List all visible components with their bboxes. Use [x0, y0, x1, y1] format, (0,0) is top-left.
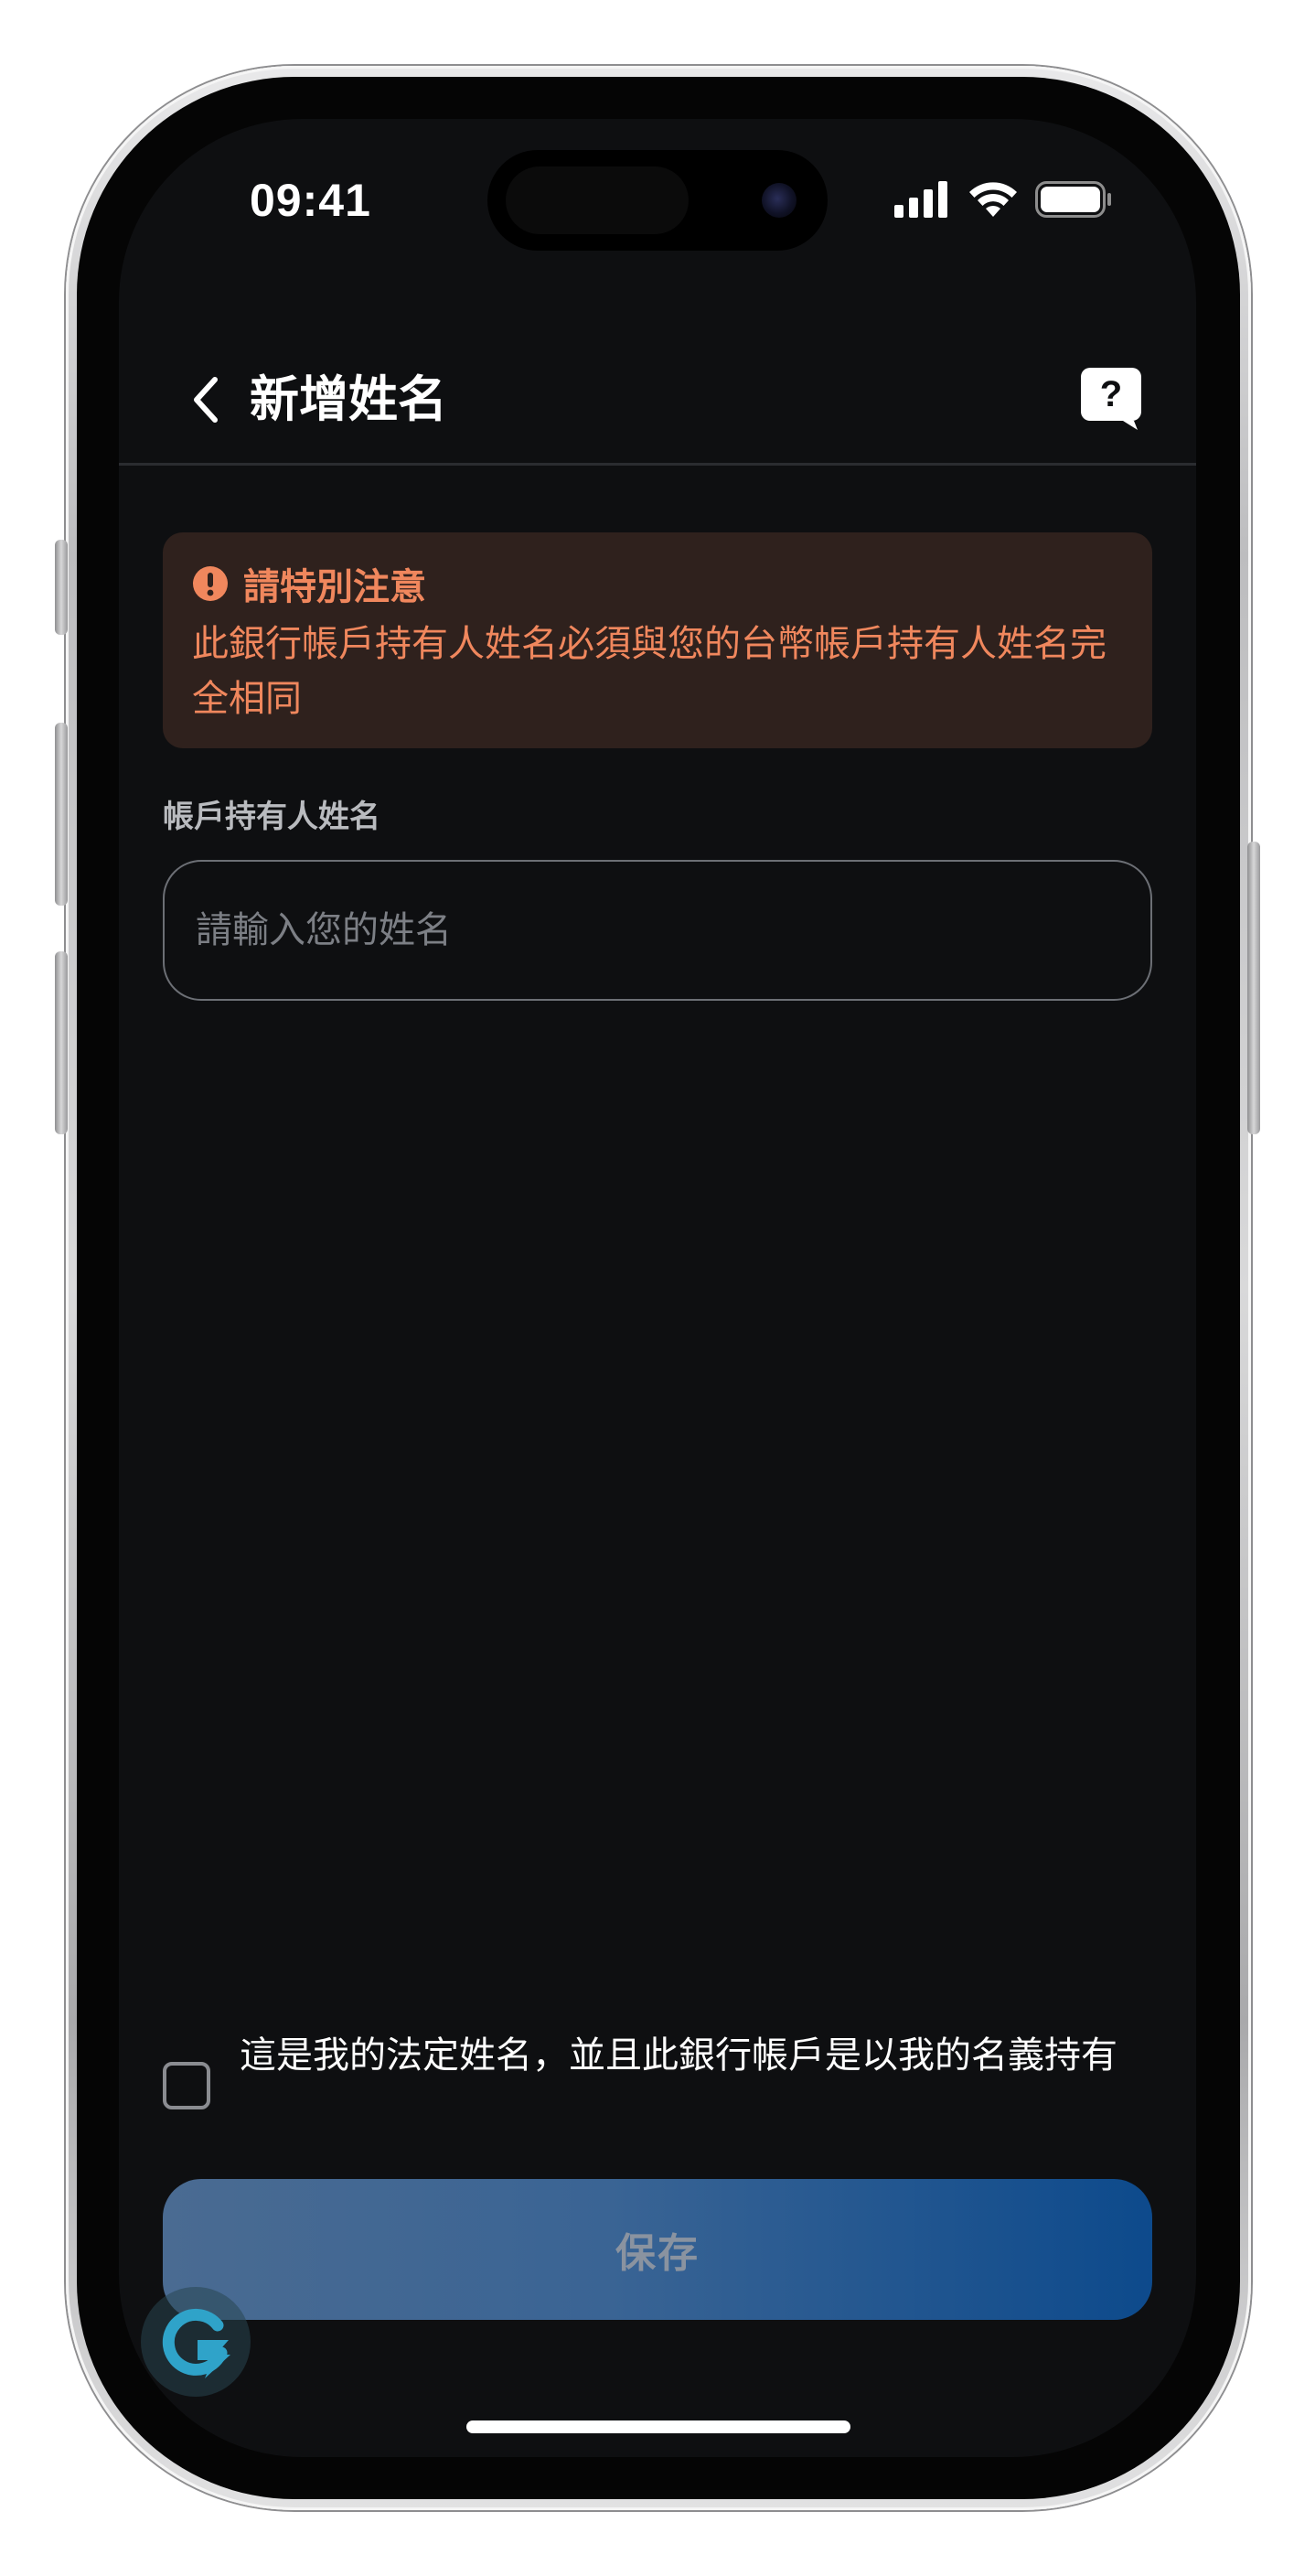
volume-down-button [55, 951, 68, 1134]
warning-banner: 請特別注意 此銀行帳戶持有人姓名必須與您的台幣帳戶持有人姓名完全相同 [163, 532, 1152, 748]
island-sensor [506, 166, 689, 234]
svg-text:?: ? [1100, 374, 1122, 414]
header-divider [119, 463, 1196, 466]
nav-header: 新增姓名 ? [119, 348, 1196, 471]
legal-name-confirm-row[interactable]: 這是我的法定姓名，並且此銀行帳戶是以我的名義持有 [163, 2029, 1152, 2148]
legal-name-checkbox-label: 這是我的法定姓名，並且此銀行帳戶是以我的名義持有 [240, 2034, 1117, 2077]
page-title: 新增姓名 [250, 370, 447, 428]
cellular-signal-icon [894, 181, 947, 218]
action-button [55, 540, 68, 635]
exclamation-circle-icon [193, 566, 228, 601]
refresh-bolt-icon [162, 2308, 230, 2378]
warning-title-row: 請特別注意 [192, 558, 426, 609]
status-icons [894, 179, 1112, 220]
front-camera [762, 183, 796, 218]
dynamic-island [487, 150, 828, 251]
home-indicator[interactable] [466, 2420, 850, 2433]
floating-assistant-button[interactable] [141, 2287, 251, 2397]
chevron-left-icon [194, 377, 218, 423]
warning-title: 請特別注意 [243, 566, 426, 608]
name-input[interactable] [163, 860, 1152, 1001]
power-button [1247, 842, 1260, 1134]
app-screen: 09:41 新增姓名 ? 請特別注意 此銀行帳戶持有人姓名必須與您的台幣帳戶持有… [119, 119, 1196, 2457]
wifi-icon [969, 182, 1017, 217]
volume-up-button [55, 723, 68, 906]
back-button[interactable] [174, 368, 238, 432]
warning-message: 此銀行帳戶持有人姓名必須與您的台幣帳戶持有人姓名完全相同 [192, 623, 1107, 720]
name-field-label: 帳戶持有人姓名 [163, 799, 380, 835]
status-time: 09:41 [250, 175, 371, 226]
save-button[interactable]: 保存 [163, 2179, 1152, 2320]
legal-name-checkbox[interactable] [163, 2062, 210, 2109]
battery-icon [1035, 181, 1111, 218]
page: 09:41 新增姓名 ? 請特別注意 此銀行帳戶持有人姓名必須與您的台幣帳戶持有… [0, 0, 1315, 2576]
help-bubble-icon: ? [1081, 368, 1141, 430]
help-button[interactable]: ? [1079, 364, 1143, 432]
